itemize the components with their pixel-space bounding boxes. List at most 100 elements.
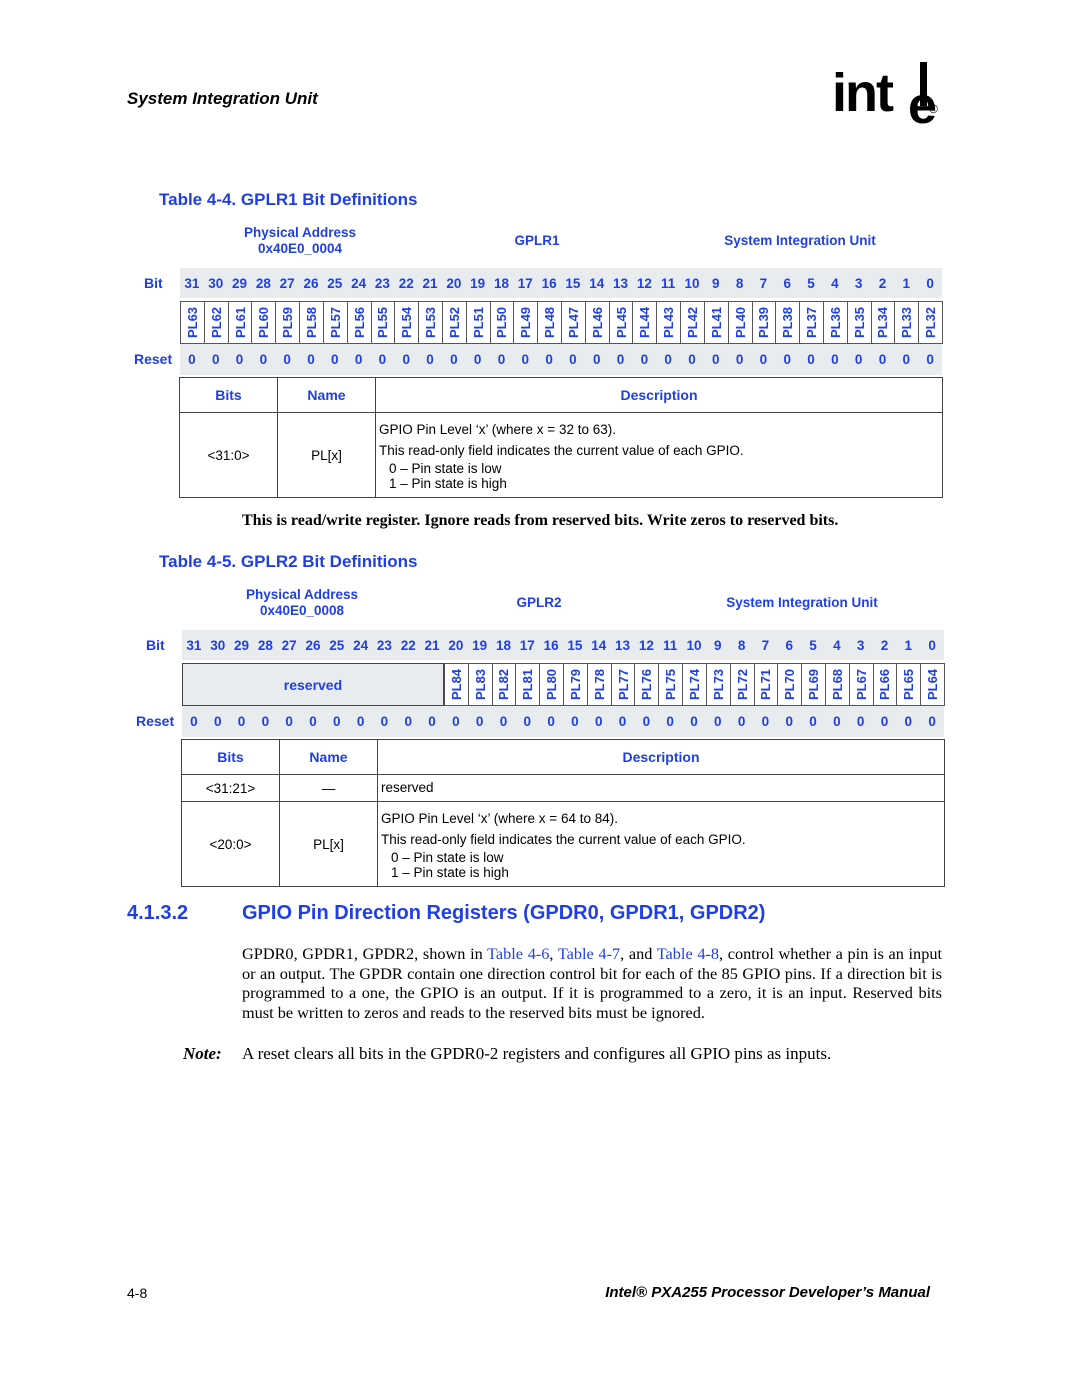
- reset-value: 0: [783, 352, 791, 367]
- bit-description-table: Bits Name Description <31:21> — reserved <20:0…: [181, 739, 945, 887]
- bit-number: 11: [661, 275, 676, 291]
- bit-number: 14: [591, 637, 607, 653]
- bit-number: 5: [809, 637, 817, 653]
- field-label: PL84: [448, 668, 464, 701]
- reset-value: 0: [331, 352, 339, 367]
- bit-field-pl48: PL48: [537, 301, 562, 344]
- bit-label: Bit: [146, 637, 165, 653]
- reset-value: 0: [473, 352, 482, 367]
- reset-value: 0: [237, 714, 246, 729]
- reset-value: 0: [261, 714, 270, 729]
- reset-value: 0: [404, 714, 412, 729]
- description-cell: reserved: [377, 774, 945, 802]
- reset-value: 0: [928, 714, 936, 729]
- description-line: This read-only field indicates the curre…: [379, 442, 744, 458]
- manual-title: Intel® PXA255 Processor Developer’s Manu…: [605, 1284, 930, 1301]
- link-table-4-8[interactable]: Table 4-8: [657, 944, 719, 963]
- running-header: System Integration Unit: [127, 89, 318, 108]
- field-label: PL68: [829, 668, 845, 701]
- field-label: PL50: [494, 306, 510, 339]
- bit-number: 30: [210, 637, 226, 653]
- bit-field-pl66: PL66: [872, 663, 898, 706]
- reset-value: 0: [902, 352, 911, 367]
- reset-value: 0: [378, 352, 387, 367]
- reset-value: 0: [761, 714, 770, 729]
- field-label: PL36: [827, 306, 843, 339]
- table-title: Table 4-4. GPLR1 Bit Definitions: [159, 190, 418, 209]
- link-table-4-6[interactable]: Table 4-6: [487, 944, 549, 963]
- bit-number-row: 31 30 29 28 27 26 25 24 23 22 21 20 19 18 17 16 15 14 13 12…: [182, 630, 944, 660]
- bit-number: 16: [543, 637, 559, 653]
- bit-field-pl61: PL61: [227, 301, 253, 344]
- bit-field-pl80: PL80: [539, 663, 564, 706]
- field-label: PL78: [591, 668, 607, 701]
- bit-number: 24: [351, 275, 367, 291]
- bit-field-pl60: PL60: [251, 301, 277, 344]
- link-table-4-7[interactable]: Table 4-7: [558, 944, 620, 963]
- reset-value: 0: [616, 352, 625, 367]
- reset-value: 0: [380, 714, 389, 729]
- reset-value: 0: [309, 714, 317, 729]
- reset-row: 00000000000000000000000000000000: [180, 344, 942, 375]
- field-label: PL59: [280, 306, 296, 339]
- bit-number: 2: [880, 637, 889, 653]
- bit-field-pl33: PL33: [894, 301, 920, 344]
- field-label: PL63: [184, 306, 200, 339]
- bit-number: 7: [761, 637, 770, 653]
- field-label: PL79: [567, 668, 583, 701]
- reset-value: 0: [235, 352, 244, 367]
- field-label: PL60: [256, 306, 272, 339]
- bit-number: 19: [472, 637, 488, 653]
- bits-cell: <20:0>: [181, 801, 280, 887]
- field-label: PL43: [661, 306, 677, 339]
- field-label: PL42: [684, 306, 700, 339]
- bit-field-pl82: PL82: [491, 663, 517, 706]
- bit-field-pl52: PL52: [441, 301, 467, 344]
- name-cell: PL[x]: [279, 801, 378, 887]
- name-cell: PL[x]: [277, 412, 376, 498]
- field-row: reserved PL84 PL83 PL82 PL81 PL80 PL79 PL78 PL77…: [182, 663, 945, 706]
- description-line: GPIO Pin Level ‘x’ (where x = 64 to 84).: [381, 810, 618, 826]
- reset-value: 0: [688, 352, 696, 367]
- header-row: Bits Name Description: [179, 377, 943, 413]
- field-label: PL65: [901, 668, 917, 701]
- bit-field-pl38: PL38: [775, 301, 801, 344]
- bit-number: 4: [833, 637, 841, 653]
- bit-number: 28: [255, 275, 271, 291]
- bit-number: 18: [495, 637, 511, 653]
- bit-number: 26: [303, 275, 319, 291]
- bit-field-pl65: PL65: [896, 663, 922, 706]
- bit-field-pl84: PL84: [443, 663, 469, 706]
- reset-value: 0: [569, 352, 577, 367]
- field-label: PL73: [710, 668, 726, 701]
- bit-number: 2: [878, 275, 887, 291]
- reset-value: 0: [880, 714, 889, 729]
- field-label: PL51: [470, 306, 486, 339]
- page-number: 4-8: [127, 1285, 148, 1301]
- bit-field-pl67: PL67: [848, 663, 874, 706]
- field-label: PL70: [782, 668, 798, 701]
- reset-value: 0: [640, 352, 649, 367]
- text: GPDR0, GPDR1, GPDR2, shown in: [242, 944, 488, 963]
- reset-row: 00000000000000000000000000000000: [182, 706, 944, 737]
- reset-value: 0: [428, 714, 436, 729]
- field-label: PL40: [732, 306, 748, 339]
- reset-value: 0: [926, 352, 934, 367]
- bit-number: 29: [234, 637, 250, 653]
- field-label: PL32: [923, 306, 939, 339]
- field-row: PL63 PL62 PL61 PL60 PL59 PL58 PL57 PL56 PL55 PL54…: [180, 301, 943, 344]
- address-label: Physical Address: [245, 587, 359, 602]
- bit-field-pl45: PL45: [608, 301, 634, 344]
- bit-field-pl55: PL55: [370, 301, 396, 344]
- field-label: PL74: [686, 668, 702, 701]
- description-line: 0 – Pin state is low: [389, 460, 502, 476]
- reset-value: 0: [213, 714, 222, 729]
- description-line: 1 – Pin state is high: [391, 865, 509, 880]
- description-line: reserved: [381, 780, 434, 795]
- bit-field-pl59: PL59: [275, 301, 301, 344]
- bit-number: 29: [232, 275, 248, 291]
- bit-field-pl81: PL81: [515, 663, 541, 706]
- reset-value: 0: [666, 714, 674, 729]
- bit-number: 0: [928, 637, 936, 653]
- reset-value: 0: [594, 714, 603, 729]
